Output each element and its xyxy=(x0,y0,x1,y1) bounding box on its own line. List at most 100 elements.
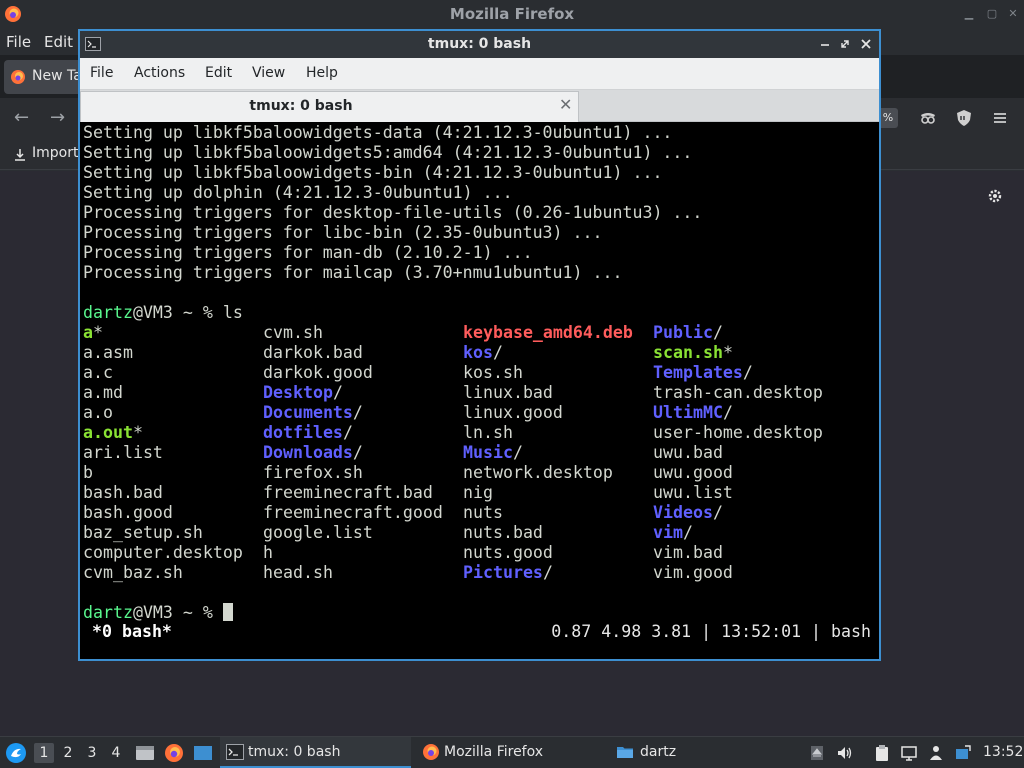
ls-entry: trash-can.desktop xyxy=(653,383,823,403)
terminal-menubar: File Actions Edit View Help xyxy=(80,58,879,90)
close-icon[interactable]: ✕ xyxy=(1006,7,1020,21)
ls-entry: Pictures/ xyxy=(463,563,553,583)
ls-entry-name: vim.good xyxy=(653,563,733,582)
terminal-output-line: Setting up libkf5baloowidgets-bin (4:21.… xyxy=(83,163,663,182)
ls-entry-name: darkok.good xyxy=(263,363,373,382)
forward-arrow-icon[interactable]: → xyxy=(50,107,65,128)
firefox-logo-icon xyxy=(5,6,21,22)
clipboard-icon[interactable] xyxy=(873,744,891,762)
firefox-menu-edit[interactable]: Edit xyxy=(44,33,73,51)
close-icon[interactable] xyxy=(859,37,873,51)
ls-entry-name: cvm_baz.sh xyxy=(83,563,183,582)
ls-entry: cvm.sh xyxy=(263,323,323,343)
app-menu-icon[interactable] xyxy=(5,742,27,764)
ls-entry-name: a.o xyxy=(83,403,113,422)
ls-entry: a.asm xyxy=(83,343,133,363)
ls-entry: nig xyxy=(463,483,493,503)
ublock-shield-icon[interactable] xyxy=(954,108,974,128)
taskbar-task-dolphin[interactable]: dartz xyxy=(612,737,802,768)
terminal-menu-actions[interactable]: Actions xyxy=(134,65,185,81)
ls-entry-suffix: / xyxy=(712,503,723,522)
terminal-menu-edit[interactable]: Edit xyxy=(205,65,232,81)
ls-entry-name: nuts xyxy=(463,503,503,522)
terminal-output-line: Setting up dolphin (4:21.12.3-0ubuntu1) … xyxy=(83,183,513,202)
show-desktop-icon[interactable] xyxy=(192,742,214,764)
ls-entry: ari.list xyxy=(83,443,163,463)
ls-entry-name: network.desktop xyxy=(463,463,613,482)
zoom-indicator[interactable]: % xyxy=(878,108,898,128)
updates-icon[interactable] xyxy=(954,744,972,762)
desktop-switch-3[interactable]: 3 xyxy=(82,743,102,763)
ls-entry: Downloads/ xyxy=(263,443,363,463)
prompt-host-path: @VM3 ~ % xyxy=(132,303,223,322)
file-manager-launcher-icon[interactable] xyxy=(134,742,156,764)
taskbar-task-label: tmux: 0 bash xyxy=(248,744,341,760)
minimize-icon[interactable] xyxy=(818,37,832,51)
ls-entry-name: Videos xyxy=(653,503,713,522)
firefox-logo-icon xyxy=(423,744,439,760)
hamburger-menu-icon[interactable] xyxy=(990,108,1010,128)
tab-close-icon[interactable]: ✕ xyxy=(559,97,573,113)
ls-entry-name: freeminecraft.good xyxy=(263,503,443,522)
desktop-switch-1[interactable]: 1 xyxy=(34,743,54,763)
prompt-user: dartz xyxy=(83,603,133,622)
network-icon[interactable] xyxy=(900,744,918,762)
desktop-switch-4[interactable]: 4 xyxy=(106,743,126,763)
ls-entry-name: Downloads xyxy=(263,443,353,462)
terminal-menu-file[interactable]: File xyxy=(90,65,113,81)
ls-entry: uwu.list xyxy=(653,483,733,503)
volume-icon[interactable] xyxy=(836,744,854,762)
prompt-user: dartz xyxy=(83,303,133,322)
terminal-tab[interactable]: tmux: 0 bash ✕ xyxy=(80,91,579,122)
ls-entry-name: Music xyxy=(463,443,513,462)
ls-entry-suffix: / xyxy=(542,563,553,582)
terminal-menu-help[interactable]: Help xyxy=(306,65,338,81)
ls-entry-name: dotfiles xyxy=(263,423,343,442)
minimize-icon[interactable]: ▁ xyxy=(962,7,976,21)
import-bookmarks-button[interactable]: Import xyxy=(32,145,78,161)
private-mask-icon[interactable] xyxy=(918,108,938,128)
taskbar-task-tmux[interactable]: tmux: 0 bash xyxy=(220,737,411,768)
taskbar-task-label: Mozilla Firefox xyxy=(444,744,544,760)
terminal-window-title: tmux: 0 bash xyxy=(427,36,532,52)
gear-icon[interactable] xyxy=(986,187,1004,205)
ls-entry: scan.sh* xyxy=(653,343,733,363)
ls-entry-name: ln.sh xyxy=(463,423,513,442)
back-arrow-icon[interactable]: ← xyxy=(14,107,29,128)
taskbar-clock[interactable]: 13:52 xyxy=(983,744,1023,760)
tmux-status-window: *0 bash* xyxy=(92,622,172,641)
eject-icon[interactable] xyxy=(808,744,826,762)
ls-entry: kos/ xyxy=(463,343,503,363)
terminal-app-icon xyxy=(226,744,244,760)
firefox-launcher-icon[interactable] xyxy=(163,742,185,764)
ls-entry: nuts.good xyxy=(463,543,553,563)
terminal-titlebar[interactable]: tmux: 0 bash xyxy=(80,31,879,58)
ls-entry: ln.sh xyxy=(463,423,513,443)
ls-entry-name: firefox.sh xyxy=(263,463,363,482)
firefox-tab-new[interactable]: New Tab xyxy=(4,60,82,94)
ls-entry: dotfiles/ xyxy=(263,423,353,443)
terminal-tabbar: tmux: 0 bash ✕ xyxy=(80,90,879,122)
ls-entry-name: kos.sh xyxy=(463,363,523,382)
ls-entry-name: uwu.list xyxy=(653,483,733,502)
tmux-status-info: 0.87 4.98 3.81 | 13:52:01 | bash xyxy=(551,622,871,641)
terminal-window[interactable]: tmux: 0 bash File Actions Edit View Help… xyxy=(78,29,881,661)
maximize-icon[interactable] xyxy=(838,37,852,51)
ls-entry: nuts.bad xyxy=(463,523,543,543)
terminal-screen[interactable]: Setting up libkf5baloowidgets-data (4:21… xyxy=(80,122,879,659)
ls-entry-name: baz_setup.sh xyxy=(83,523,203,542)
maximize-icon[interactable]: ▢ xyxy=(985,7,999,21)
ls-entry-name: a xyxy=(83,323,93,342)
ls-entry-name: head.sh xyxy=(263,563,333,582)
ls-entry-suffix: * xyxy=(722,343,733,362)
ls-entry: vim/ xyxy=(653,523,693,543)
desktop-switch-2[interactable]: 2 xyxy=(58,743,78,763)
taskbar-task-firefox[interactable]: Mozilla Firefox xyxy=(416,737,606,768)
ls-entry: a.md xyxy=(83,383,123,403)
ls-entry-name: vim xyxy=(653,523,683,542)
user-switch-icon[interactable] xyxy=(927,744,945,762)
firefox-menu-file[interactable]: File xyxy=(6,33,31,51)
terminal-output-line: Setting up libkf5baloowidgets5:amd64 (4:… xyxy=(83,143,693,162)
ls-entry: vim.bad xyxy=(653,543,723,563)
terminal-menu-view[interactable]: View xyxy=(252,65,285,81)
